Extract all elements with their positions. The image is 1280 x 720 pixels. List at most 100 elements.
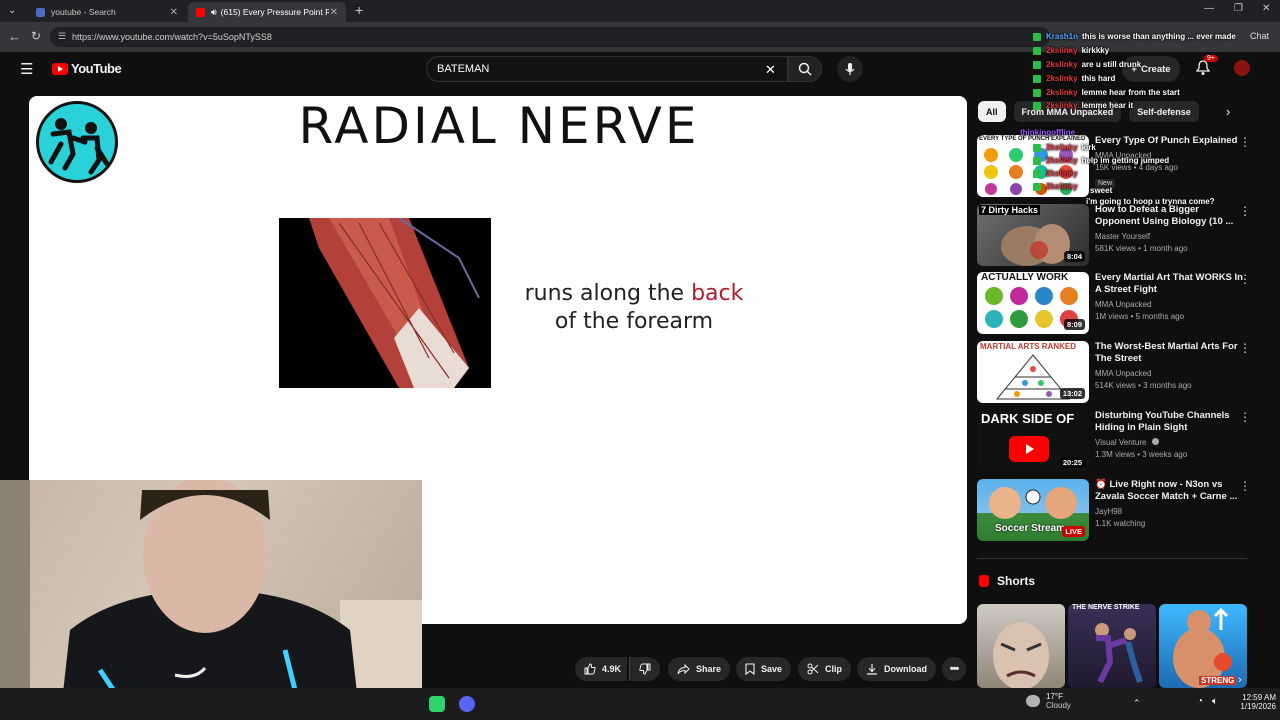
video-title[interactable]: Disturbing YouTube Channels Hiding in Pl…	[1095, 410, 1245, 434]
chat-badge-icon	[1033, 88, 1041, 97]
channel-name[interactable]: Master Yourself	[1095, 232, 1245, 241]
chat-text: this hard	[1081, 74, 1116, 83]
clock-date: 1/19/2026	[1240, 702, 1276, 711]
slide-title: RADIAL NERVE	[298, 97, 700, 155]
related-video[interactable]: 7 Dirty Hacks 8:04 How to Defeat a Bigge…	[977, 204, 1267, 266]
channel-name[interactable]: MMA Unpacked	[1095, 300, 1245, 309]
address-bar[interactable]: ☰ https://www.youtube.com/watch?v=5uSopN…	[50, 27, 1050, 47]
tray-chevron-up-icon[interactable]: ⌃	[1133, 698, 1141, 709]
more-vertical-icon[interactable]: ⋮	[1239, 204, 1251, 218]
chat-message: 2kslinky this hard	[1033, 74, 1115, 83]
notifications-button[interactable]: 9+	[1195, 55, 1218, 81]
chat-text: are u still drunk	[1081, 60, 1142, 69]
channel-name[interactable]: MMA Unpacked	[1095, 369, 1245, 378]
video-thumbnail[interactable]: MARTIAL ARTS RANKED 13:02	[977, 341, 1089, 403]
maximize-icon[interactable]: ❐	[1234, 3, 1243, 14]
video-title[interactable]: Every Martial Art That WORKS In A Street…	[1095, 272, 1245, 296]
chat-message: 2kslinky lemme hear it	[1033, 101, 1133, 110]
video-thumbnail[interactable]: Soccer Stream LIVE	[977, 479, 1089, 541]
tab-youtube-search[interactable]: youtube - Search ✕	[28, 2, 186, 22]
video-title[interactable]: ⏰ Live Right now - N3on vs Zavala Soccer…	[1095, 479, 1245, 503]
microphone-icon	[845, 63, 855, 75]
chat-text: kirkkky	[1081, 46, 1110, 55]
more-vertical-icon[interactable]: ⋮	[1239, 135, 1251, 149]
back-icon[interactable]: ←	[8, 29, 21, 44]
search-icon	[798, 62, 812, 76]
tab-current-video[interactable]: 🔊︎ (615) Every Pressure Point Ra ✕	[188, 2, 346, 22]
chat-username: 2kslinky	[1046, 169, 1078, 178]
search-button[interactable]	[788, 56, 822, 82]
short-card[interactable]	[977, 604, 1065, 688]
video-stats: 581K views • 1 month ago	[1095, 244, 1188, 253]
video-thumbnail[interactable]: DARK SIDE OF 20:25	[977, 410, 1089, 472]
discord-icon[interactable]	[459, 696, 475, 712]
forearm-anatomy-image	[279, 218, 491, 388]
tab-list-icon[interactable]: ⌄	[8, 5, 16, 16]
video-thumbnail[interactable]: 7 Dirty Hacks 8:04	[977, 204, 1089, 266]
reload-icon[interactable]: ↻	[31, 29, 41, 43]
taskbar-app-icon[interactable]	[429, 696, 445, 712]
short-card[interactable]: STRENG	[1159, 604, 1247, 688]
clear-search-icon[interactable]: ✕	[765, 62, 776, 78]
video-duration: 8:09	[1063, 319, 1085, 330]
video-thumbnail[interactable]: ACTUALLY WORK 8:09	[977, 272, 1089, 334]
download-button[interactable]: Download	[857, 657, 936, 681]
video-title[interactable]: Every Type Of Punch Explained	[1095, 135, 1245, 147]
avatar[interactable]	[1234, 60, 1250, 76]
short-title-text: THE NERVE STRIKE	[1072, 604, 1140, 611]
like-count: 4.9K	[602, 664, 622, 674]
chat-badge-icon	[1033, 143, 1041, 152]
dislike-button[interactable]	[629, 657, 660, 681]
save-button[interactable]: Save	[736, 657, 792, 681]
more-vertical-icon[interactable]: ⋮	[1239, 272, 1251, 286]
related-video[interactable]: EVERY TYPE OF PUNCH EXPLAINED Every Type…	[977, 135, 1267, 197]
share-button[interactable]: Share	[668, 657, 731, 681]
more-vertical-icon[interactable]: ⋮	[1239, 341, 1251, 355]
clock[interactable]: 12:59 AM 1/19/2026	[1232, 693, 1276, 711]
volume-icon[interactable]: 🔈︎	[1212, 696, 1218, 707]
like-button[interactable]: 4.9K	[575, 657, 628, 681]
site-info-icon[interactable]: ☰	[58, 31, 66, 42]
clip-button[interactable]: Clip	[798, 657, 851, 681]
related-video[interactable]: Soccer Stream LIVE ⏰ Live Right now - N3…	[977, 479, 1267, 541]
alarm-icon: ⏰	[1095, 479, 1107, 490]
chat-label[interactable]: Chat	[1250, 31, 1269, 41]
tab-title: (615) Every Pressure Point Ra	[220, 7, 329, 17]
related-video[interactable]: MARTIAL ARTS RANKED 13:02 The Worst-Best…	[977, 341, 1267, 403]
more-vertical-icon[interactable]: ⋮	[1239, 479, 1251, 493]
channel-name[interactable]: Visual Venture	[1095, 438, 1146, 447]
new-tab-icon[interactable]: +	[355, 2, 363, 18]
short-card[interactable]: THE NERVE STRIKE	[1068, 604, 1156, 688]
chip-self-defense[interactable]: Self-defense	[1129, 101, 1199, 122]
related-video[interactable]: ACTUALLY WORK 8:09 Every Martial Art Tha…	[977, 272, 1267, 334]
shorts-next-icon[interactable]: ›	[1238, 674, 1242, 686]
youtube-logo[interactable]: YouTube	[52, 61, 122, 76]
video-title[interactable]: How to Defeat a Bigger Opponent Using Bi…	[1095, 204, 1245, 228]
close-tab-icon[interactable]: ✕	[170, 7, 178, 18]
thumbnail-text: 7 Dirty Hacks	[979, 205, 1041, 215]
chip-all[interactable]: All	[978, 101, 1006, 122]
chevron-right-icon[interactable]: ›	[1226, 104, 1230, 119]
more-actions-button[interactable]: •••	[942, 657, 966, 681]
thumbs-up-icon	[584, 663, 596, 675]
speaker-icon[interactable]: 🔊︎	[211, 7, 217, 18]
related-video[interactable]: DARK SIDE OF 20:25 Disturbing YouTube Ch…	[977, 410, 1267, 472]
wifi-icon[interactable]: ◔	[1197, 696, 1203, 707]
chat-text: help im getting jumped	[1081, 156, 1170, 165]
hamburger-menu-icon[interactable]: ☰	[20, 60, 33, 78]
youtube-favicon-icon	[196, 7, 205, 17]
channel-name[interactable]: JayH98	[1095, 507, 1245, 516]
thumbnail-text: ACTUALLY WORK	[981, 272, 1069, 283]
more-vertical-icon[interactable]: ⋮	[1239, 410, 1251, 424]
voice-search-button[interactable]	[837, 56, 863, 82]
browser-tab-strip: ⌄ youtube - Search ✕ 🔊︎ (615) Every Pres…	[0, 0, 1280, 22]
close-tab-icon[interactable]: ✕	[330, 7, 338, 18]
minimize-icon[interactable]: —	[1204, 3, 1214, 14]
download-label: Download	[884, 664, 927, 674]
search-input[interactable]: BATEMAN ✕	[426, 56, 788, 82]
chat-message: 2kslinky are u still drunk	[1033, 60, 1141, 69]
video-title[interactable]: The Worst-Best Martial Arts For The Stre…	[1095, 341, 1245, 365]
close-window-icon[interactable]: ✕	[1262, 3, 1270, 14]
chat-text: kirk	[1081, 143, 1096, 152]
weather-widget[interactable]: 17°F Cloudy	[1026, 692, 1071, 710]
